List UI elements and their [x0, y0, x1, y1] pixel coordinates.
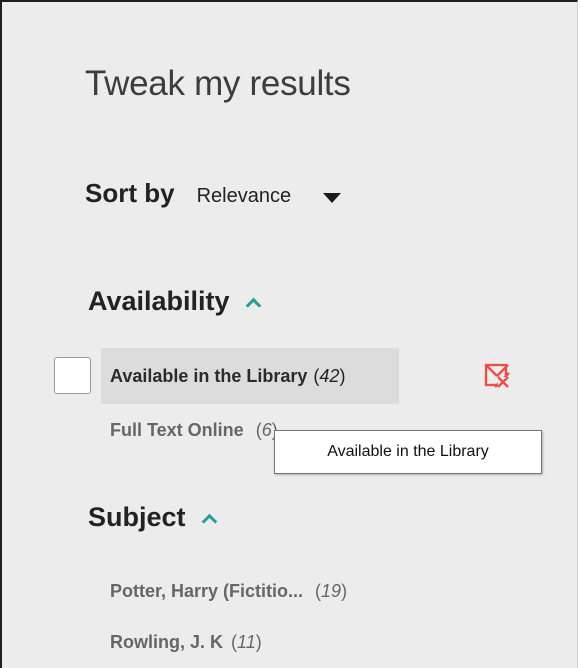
facet-count: (42) — [313, 366, 346, 386]
facet-full-text-online[interactable]: Full Text Online (6) — [110, 420, 278, 441]
tooltip: Available in the Library — [274, 430, 542, 474]
sort-value: Relevance — [196, 185, 292, 207]
facet-label: Available in the Library — [110, 366, 308, 386]
caret-down-icon — [323, 192, 342, 203]
facet-available-in-library[interactable]: Available in the Library (42) — [110, 366, 345, 387]
subject-heading: Subject — [88, 502, 186, 532]
sort-dropdown[interactable]: Relevance — [197, 185, 342, 208]
tweak-results-panel: Tweak my results Sort by Relevance Avail… — [0, 0, 578, 668]
facet-subject-rowling[interactable]: Rowling, J. K (11) — [110, 632, 262, 653]
sort-label: Sort by — [85, 178, 175, 208]
facet-label: Rowling, J. K — [110, 632, 224, 652]
facet-count: (11) — [231, 632, 262, 652]
facet-count: (19) — [315, 581, 348, 601]
facet-label: Full Text Online — [110, 420, 244, 440]
chevron-up-icon — [201, 513, 217, 530]
panel-title: Tweak my results — [85, 64, 351, 103]
exclude-filter-icon[interactable] — [482, 360, 512, 390]
chevron-up-icon — [245, 297, 261, 314]
availability-heading: Availability — [88, 286, 230, 316]
facet-label: Potter, Harry (Fictitio... — [110, 581, 304, 601]
subject-section-toggle[interactable]: Subject — [88, 502, 217, 533]
availability-section-toggle[interactable]: Availability — [88, 286, 261, 317]
facet-subject-potter[interactable]: Potter, Harry (Fictitio... (19) — [110, 581, 347, 602]
sort-row: Sort by Relevance — [85, 178, 342, 209]
available-in-library-checkbox[interactable] — [54, 357, 91, 394]
